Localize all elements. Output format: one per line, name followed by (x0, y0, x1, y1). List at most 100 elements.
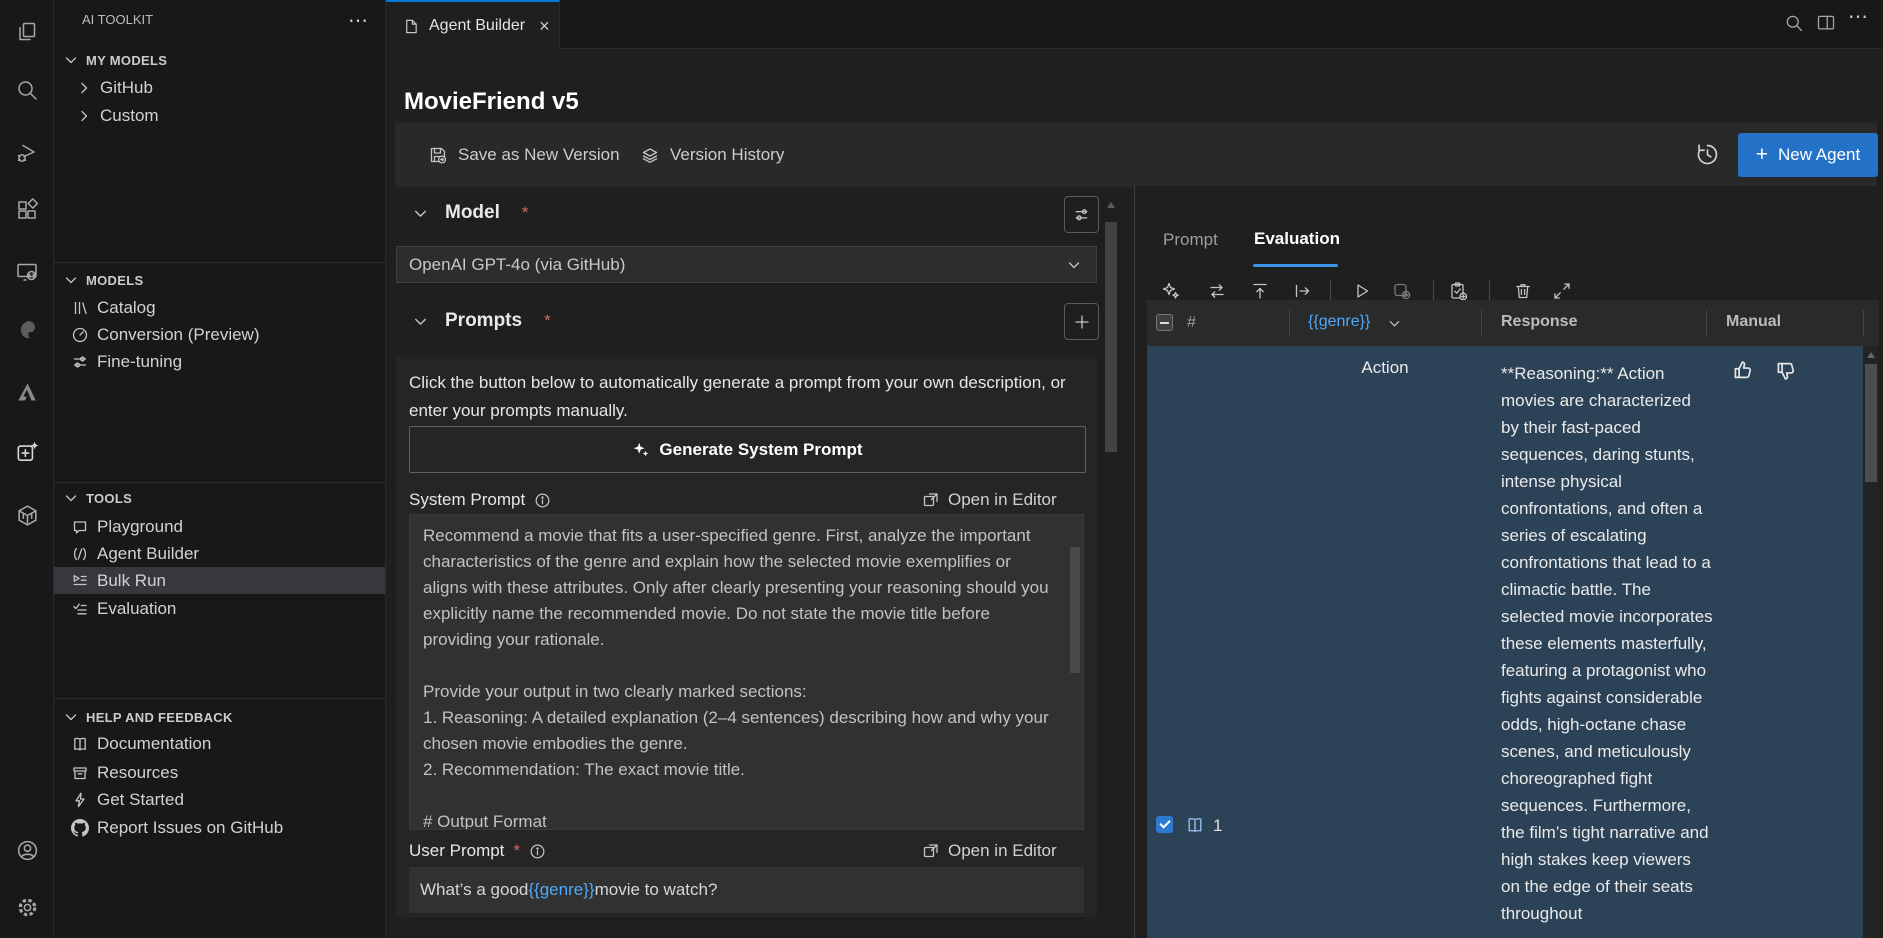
book-icon (71, 735, 89, 753)
info-icon[interactable] (534, 492, 551, 509)
sidebar-item-get-started[interactable]: Get Started (54, 786, 385, 813)
file-icon (402, 18, 419, 35)
extension-logo-icon[interactable] (14, 317, 40, 343)
chevron-down-icon (63, 272, 79, 288)
chevron-right-icon (76, 80, 92, 96)
close-icon[interactable]: × (539, 16, 550, 37)
thumbs-up-icon[interactable] (1732, 359, 1753, 380)
open-system-prompt-in-editor[interactable]: Open in Editor (922, 490, 1057, 510)
sidebar-item-fine-tuning[interactable]: Fine-tuning (54, 348, 385, 375)
col-genre[interactable]: {{genre}} (1308, 313, 1370, 331)
run-list-icon (71, 572, 89, 590)
model-section-header[interactable]: Model* (412, 202, 529, 224)
sidebar-item-catalog[interactable]: Catalog (54, 294, 385, 321)
add-prompt-button[interactable] (1064, 303, 1099, 340)
tab-prompt[interactable]: Prompt (1163, 230, 1218, 250)
import-icon[interactable] (1249, 280, 1271, 302)
open-editor-icon (922, 842, 940, 860)
trash-icon[interactable] (1512, 280, 1534, 302)
layers-icon (640, 145, 660, 165)
form-scrollbar[interactable] (1104, 190, 1118, 938)
select-all-checkbox[interactable] (1156, 314, 1173, 331)
archive-icon (71, 764, 89, 782)
remote-explorer-icon[interactable] (14, 259, 40, 285)
version-history-button[interactable]: Version History (640, 145, 784, 165)
model-select[interactable]: OpenAI GPT-4o (via GitHub) (396, 246, 1097, 283)
container-icon[interactable] (14, 502, 40, 528)
table-row[interactable]: 1 Action **Reasoning:** Action movies ar… (1147, 346, 1863, 938)
history-icon[interactable] (1694, 141, 1721, 168)
section-tools[interactable]: TOOLS (54, 485, 385, 511)
sidebar-item-evaluation[interactable]: Evaluation (54, 595, 385, 622)
swap-icon[interactable] (1206, 280, 1228, 302)
layout-icon[interactable] (1816, 13, 1836, 33)
search-icon[interactable] (14, 77, 40, 103)
sidebar-item-github[interactable]: GitHub (54, 74, 385, 101)
row-checkbox[interactable] (1156, 816, 1173, 833)
sidebar-item-agent-builder[interactable]: Agent Builder (54, 540, 385, 567)
sidebar-more-icon[interactable]: ⋯ (348, 8, 368, 33)
section-divider (54, 482, 385, 483)
response-cell: **Reasoning:** Action movies are charact… (1501, 360, 1713, 930)
column-divider[interactable] (1481, 310, 1482, 336)
checklist-icon (71, 600, 89, 618)
save-as-new-version-button[interactable]: Save as New Version (428, 145, 620, 165)
run-icon[interactable] (1351, 280, 1373, 302)
sidebar-item-playground[interactable]: Playground (54, 513, 385, 540)
sliders-icon (71, 353, 89, 371)
system-prompt-label: System Prompt (409, 490, 551, 510)
clipboard-add-icon[interactable] (1447, 280, 1469, 302)
row-index: 1 (1213, 816, 1222, 836)
book-icon[interactable] (1185, 815, 1205, 835)
column-divider[interactable] (1289, 310, 1290, 336)
section-divider (54, 262, 385, 263)
chevron-down-icon (63, 709, 79, 725)
sidebar-item-bulk-run[interactable]: Bulk Run (54, 567, 385, 594)
thumbs-down-icon[interactable] (1775, 361, 1796, 382)
run-all-icon[interactable] (1391, 280, 1413, 302)
editor-tab-bar: Agent Builder × ⋯ (386, 0, 1883, 49)
sidebar-item-custom[interactable]: Custom (54, 102, 385, 129)
section-help-feedback[interactable]: HELP AND FEEDBACK (54, 704, 385, 730)
chevron-down-icon[interactable] (1387, 316, 1402, 331)
system-prompt-textarea[interactable]: Recommend a movie that fits a user-speci… (409, 514, 1084, 830)
section-models[interactable]: MODELS (54, 267, 385, 293)
chevron-down-icon (1066, 257, 1082, 273)
expand-icon[interactable] (1551, 280, 1573, 302)
info-icon[interactable] (529, 843, 546, 860)
column-divider[interactable] (1863, 310, 1864, 336)
generate-system-prompt-button[interactable]: Generate System Prompt (409, 426, 1086, 473)
model-settings-button[interactable] (1064, 196, 1099, 233)
tab-evaluation[interactable]: Evaluation (1254, 229, 1340, 249)
user-prompt-input[interactable]: What’s a good {{genre}} movie to watch? (409, 867, 1084, 913)
extensions-icon[interactable] (14, 197, 40, 223)
zap-icon (71, 791, 89, 809)
ai-toolkit-icon[interactable] (14, 439, 40, 465)
export-icon[interactable] (1291, 280, 1313, 302)
new-agent-button[interactable]: + New Agent (1738, 133, 1878, 177)
sidebar-item-conversion[interactable]: Conversion (Preview) (54, 321, 385, 348)
run-debug-icon[interactable] (14, 140, 40, 166)
genre-variable: {{genre}} (528, 880, 594, 900)
sidebar-item-resources[interactable]: Resources (54, 759, 385, 786)
user-prompt-label: User Prompt * (409, 841, 546, 861)
settings-gear-icon[interactable] (14, 894, 40, 920)
tab-agent-builder[interactable]: Agent Builder × (386, 0, 560, 50)
results-table-header: # {{genre}} Response Manual (1147, 300, 1879, 346)
textarea-scrollbar[interactable] (1070, 517, 1080, 827)
sidebar-item-report-issues[interactable]: Report Issues on GitHub (54, 814, 385, 841)
search-editor-icon[interactable] (1784, 13, 1804, 33)
sidebar-item-documentation[interactable]: Documentation (54, 730, 385, 757)
table-scrollbar[interactable] (1863, 346, 1879, 938)
prompts-section-header[interactable]: Prompts* (412, 310, 551, 332)
section-divider (54, 698, 385, 699)
section-my-models[interactable]: MY MODELS (54, 47, 385, 73)
column-divider[interactable] (1706, 310, 1707, 336)
explorer-icon[interactable] (14, 19, 40, 45)
account-icon[interactable] (14, 837, 40, 863)
open-user-prompt-in-editor[interactable]: Open in Editor (922, 841, 1057, 861)
more-actions-icon[interactable]: ⋯ (1848, 4, 1868, 29)
sparkle-eval-icon[interactable] (1160, 280, 1182, 302)
azure-icon[interactable] (14, 379, 40, 405)
sidebar-title: AI TOOLKIT (82, 12, 153, 27)
